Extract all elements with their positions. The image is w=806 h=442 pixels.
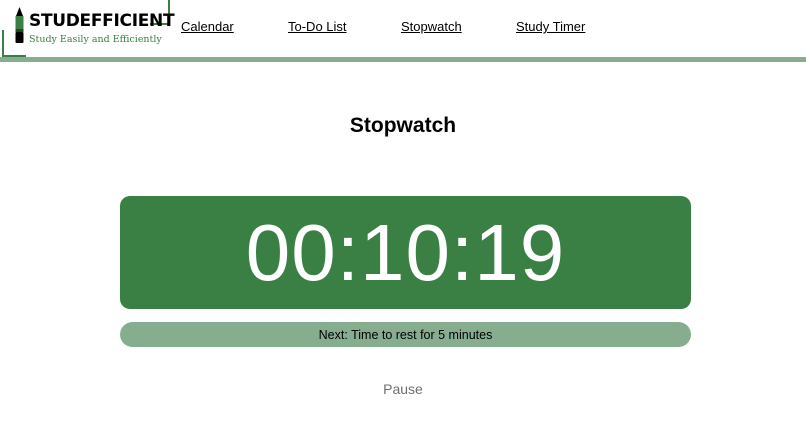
page-title: Stopwatch: [349, 114, 457, 137]
brand-title: STUDEFFICIENT: [29, 11, 175, 31]
next-phase-banner: Next: Time to rest for 5 minutes: [120, 322, 691, 347]
logo[interactable]: STUDEFFICIENT Study Easily and Efficient…: [0, 0, 175, 57]
header-divider: [0, 57, 806, 62]
nav-link-todo-list[interactable]: To-Do List: [288, 19, 347, 34]
pause-button[interactable]: Pause: [0, 381, 806, 397]
next-phase-text: Next: Time to rest for 5 minutes: [318, 327, 493, 342]
pencil-icon: [15, 7, 24, 43]
stopwatch-display-panel: 00:10:19: [120, 196, 691, 309]
stopwatch-time: 00:10:19: [245, 207, 566, 297]
brand-tagline: Study Easily and Efficiently: [29, 34, 162, 45]
nav-link-calendar[interactable]: Calendar: [181, 19, 234, 34]
site-header: STUDEFFICIENT Study Easily and Efficient…: [0, 0, 806, 62]
nav-link-stopwatch[interactable]: Stopwatch: [401, 19, 462, 34]
nav-link-study-timer[interactable]: Study Timer: [516, 19, 585, 34]
